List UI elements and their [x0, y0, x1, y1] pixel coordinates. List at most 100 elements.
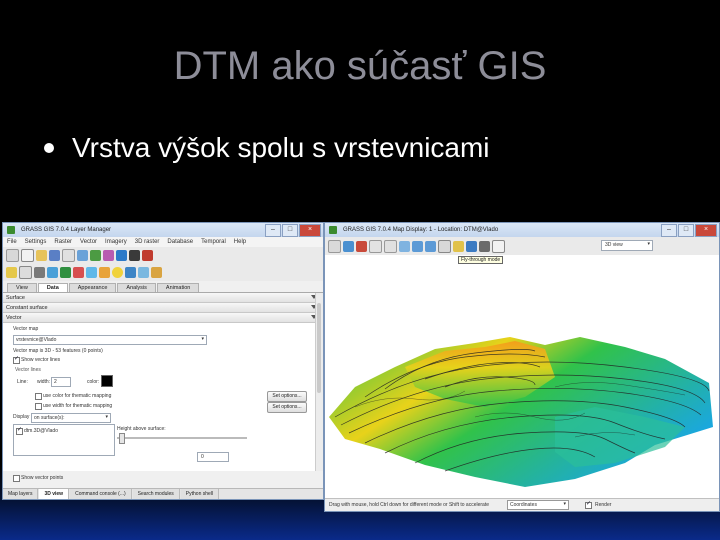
view-mode-select[interactable]: 3D view ▾ [601, 240, 653, 251]
fly-through-icon[interactable] [453, 240, 464, 252]
height-input[interactable]: 0 [197, 452, 229, 462]
menu-file[interactable]: File [7, 239, 17, 245]
georectify-icon[interactable] [47, 267, 58, 278]
map-composer-icon[interactable] [99, 267, 110, 278]
section-surface[interactable]: Surface [3, 293, 323, 303]
delete-layer-icon[interactable] [142, 250, 153, 261]
tab-appearance[interactable]: Appearance [68, 283, 117, 292]
height-label: Height above surface: [117, 426, 166, 432]
render-map-icon[interactable] [343, 240, 354, 252]
zoom-in-icon[interactable] [412, 240, 423, 252]
maximize-button[interactable]: □ [282, 224, 298, 237]
attribute-table-icon[interactable] [19, 266, 32, 279]
menu-settings[interactable]: Settings [25, 239, 47, 245]
query-icon[interactable] [384, 239, 397, 253]
add-command-icon[interactable] [129, 250, 140, 261]
menu-3d-raster[interactable]: 3D raster [135, 239, 160, 245]
menu-temporal[interactable]: Temporal [201, 239, 226, 245]
vector-map-select[interactable]: vrstevnice@Vlado ▾ [13, 335, 207, 345]
save-image-icon[interactable] [466, 240, 477, 252]
line-color-swatch[interactable] [101, 375, 113, 387]
scrollbar-thumb[interactable] [317, 303, 321, 393]
show-vector-points-checkbox[interactable] [13, 475, 20, 482]
pan-icon[interactable] [399, 240, 410, 252]
analyze-icon[interactable] [492, 239, 505, 253]
close-button[interactable]: × [695, 224, 717, 237]
thematic-color-checkbox[interactable] [35, 393, 42, 400]
render-checkbox[interactable] [585, 500, 592, 509]
set-options-width-button[interactable]: Set options... [267, 402, 307, 413]
add-raster-icon[interactable] [77, 250, 88, 261]
show-vector-lines-checkbox[interactable] [13, 355, 20, 364]
bottom-tab-map-layers[interactable]: Map layers [3, 489, 39, 499]
set-options-color-button[interactable]: Set options... [267, 391, 307, 402]
grass-app-icon [329, 226, 337, 234]
height-value: 0 [201, 454, 204, 460]
menu-database[interactable]: Database [167, 239, 193, 245]
zoom-out-icon[interactable] [425, 240, 436, 252]
map-display-title: GRASS GIS 7.0.4 Map Display: 1 - Locatio… [343, 227, 499, 233]
minimize-button[interactable]: – [265, 224, 281, 237]
tab-animation[interactable]: Animation [156, 283, 200, 292]
data-panel-scrollbar[interactable] [315, 293, 323, 471]
animation-icon[interactable] [73, 267, 84, 278]
menu-imagery[interactable]: Imagery [105, 239, 127, 245]
menu-raster[interactable]: Raster [54, 239, 72, 245]
close-button[interactable]: × [299, 224, 321, 237]
bottom-tab-command-console[interactable]: Command console (...) [70, 489, 132, 499]
preferences-icon[interactable] [138, 267, 149, 278]
display-mode-select[interactable]: on surface(s): ▾ [31, 413, 111, 423]
layer-manager-titlebar[interactable]: GRASS GIS 7.0.4 Layer Manager – □ × [3, 223, 323, 237]
height-slider-handle[interactable] [119, 433, 125, 444]
tab-data[interactable]: Data [37, 283, 68, 292]
load-map-icon[interactable] [62, 249, 75, 262]
new-display-icon[interactable] [6, 249, 19, 262]
erase-display-icon[interactable] [356, 240, 367, 252]
section-vector[interactable]: Vector [3, 313, 323, 323]
about-icon[interactable] [151, 267, 162, 278]
workspace-new-icon[interactable] [21, 249, 34, 262]
raster-calculator-icon[interactable] [34, 267, 45, 278]
add-overlay-icon[interactable] [103, 250, 114, 261]
add-group-icon[interactable] [116, 250, 127, 261]
surface-list[interactable]: dtm.3D@Vlado [13, 424, 115, 456]
width-spin-input[interactable]: 2 [51, 377, 71, 387]
menu-vector[interactable]: Vector [80, 239, 97, 245]
layer-manager-bottom-tabs: Map layers 3D view Command console (...)… [3, 488, 323, 499]
bottom-tab-python-shell[interactable]: Python shell [180, 489, 220, 499]
status-mode-select[interactable]: Coordinates ▾ [507, 500, 569, 510]
graphical-modeler-icon[interactable] [60, 267, 71, 278]
add-vector-icon[interactable] [90, 250, 101, 261]
layer-manager-title: GRASS GIS 7.0.4 Layer Manager [21, 227, 112, 233]
bottom-tab-3d-view[interactable]: 3D view [39, 489, 70, 499]
settings-icon[interactable] [112, 267, 123, 278]
surface-item-label: dtm.3D@Vlado [24, 428, 58, 434]
dropdown-arrow-icon: ▾ [201, 336, 204, 342]
display-mode-value: on surface(s): [34, 415, 65, 421]
swipe-icon[interactable] [86, 267, 97, 278]
zoom-extent-icon[interactable] [438, 239, 451, 253]
minimize-button[interactable]: – [661, 224, 677, 237]
section-constant-surface-label: Constant surface [6, 304, 48, 311]
pointer-icon[interactable] [369, 239, 382, 253]
tab-analysis[interactable]: Analysis [117, 283, 156, 292]
edit-icon[interactable] [6, 267, 17, 278]
help-icon[interactable] [125, 267, 136, 278]
bottom-tab-search-modules[interactable]: Search modules [132, 489, 180, 499]
menu-help[interactable]: Help [234, 239, 246, 245]
terrain-3d-view[interactable] [325, 267, 717, 499]
height-slider[interactable] [117, 433, 247, 444]
tab-view[interactable]: View [7, 283, 37, 292]
vector-info-text: Vector map is 3D - 53 features (0 points… [13, 348, 103, 354]
map-display-titlebar[interactable]: GRASS GIS 7.0.4 Map Display: 1 - Locatio… [325, 223, 719, 237]
display-map-icon[interactable] [328, 239, 341, 253]
section-constant-surface[interactable]: Constant surface [3, 303, 323, 313]
print-icon[interactable] [479, 240, 490, 252]
workspace-save-icon[interactable] [49, 250, 60, 261]
bullet-dot-icon [44, 143, 54, 153]
maximize-button[interactable]: □ [678, 224, 694, 237]
workspace-open-icon[interactable] [36, 250, 47, 261]
thematic-width-checkbox[interactable] [35, 403, 42, 410]
surface-item-checkbox[interactable] [16, 426, 23, 435]
bullet-text: Vrstva výšok spolu s vrstevnicami [72, 132, 490, 163]
